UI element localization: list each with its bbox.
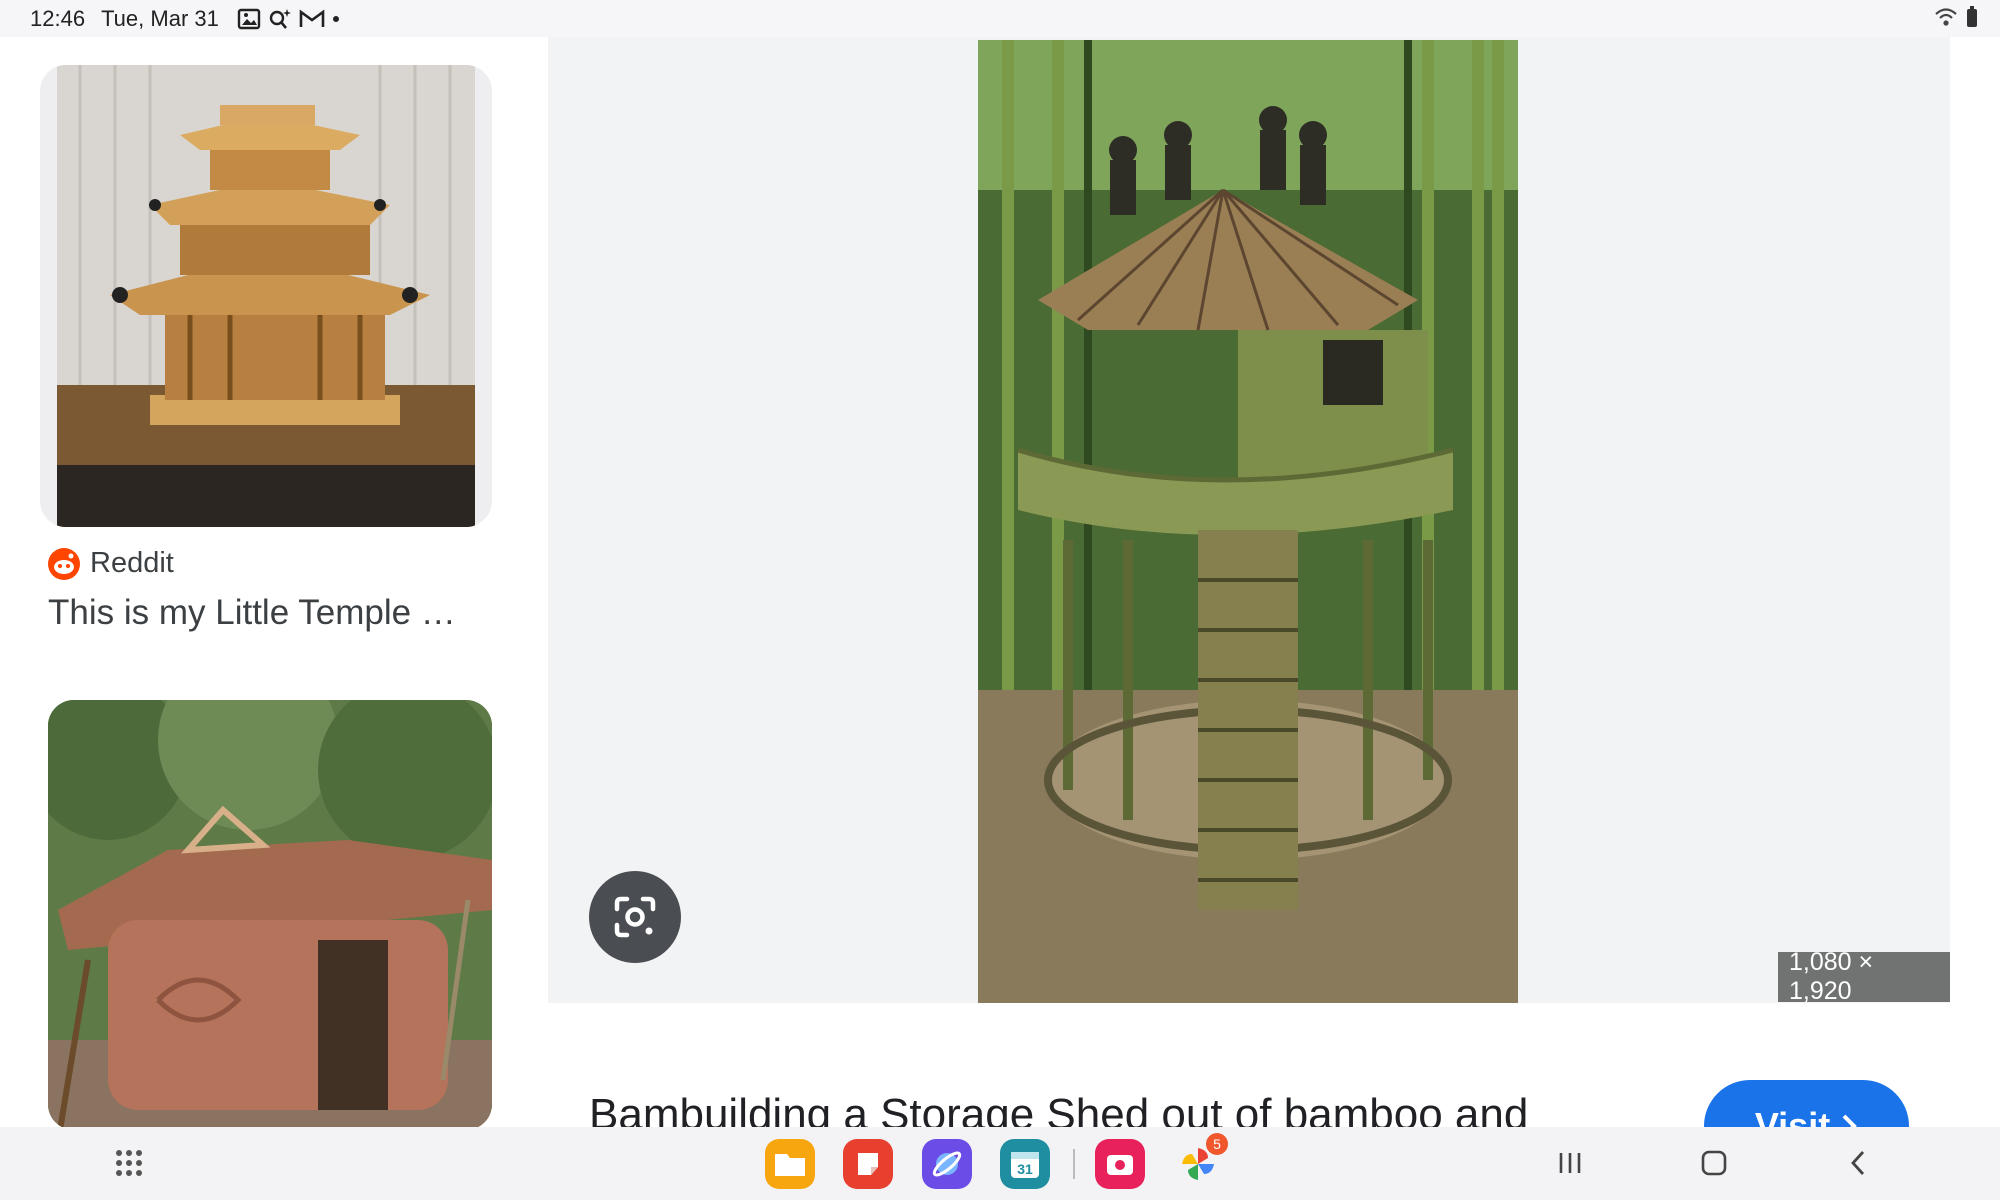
home-icon xyxy=(1701,1150,1727,1176)
gallery-icon xyxy=(237,8,261,29)
wifi-icon xyxy=(1935,8,1957,26)
files-app-icon[interactable] xyxy=(765,1139,815,1189)
app-drawer-button[interactable] xyxy=(107,1141,151,1185)
folder-icon xyxy=(775,1154,805,1176)
google-lens-button[interactable] xyxy=(589,871,681,963)
camera-icon xyxy=(1107,1155,1133,1175)
planet-icon xyxy=(932,1151,962,1177)
screen: 12:46 Tue, Mar 31 Reddit This is my Litt… xyxy=(0,0,2000,1200)
visit-label: Visit xyxy=(1754,1105,1831,1127)
recent-apps-button[interactable] xyxy=(1548,1141,1592,1185)
photos-badge: 5 xyxy=(1206,1133,1228,1155)
miniature-temple-photo xyxy=(57,65,475,527)
status-bar: 12:46 Tue, Mar 31 xyxy=(0,0,2000,37)
preview-title[interactable]: Bambuilding a Storage Shed out of bamboo… xyxy=(589,1087,1589,1127)
recents-icon xyxy=(1559,1153,1581,1173)
mud-hut-photo xyxy=(48,700,492,1127)
screen-recorder-app-icon[interactable] xyxy=(1095,1139,1145,1189)
internet-app-icon[interactable] xyxy=(922,1139,972,1189)
notes-icon xyxy=(858,1153,878,1175)
home-button[interactable] xyxy=(1692,1141,1736,1185)
photos-app-icon[interactable]: 5 xyxy=(1173,1133,1228,1189)
status-date: Tue, Mar 31 xyxy=(101,5,219,31)
search-sparkle-icon xyxy=(269,8,291,29)
results-column: Reddit This is my Little Temple … xyxy=(0,37,540,1127)
taskbar-divider xyxy=(1073,1149,1075,1179)
apps-grid-icon xyxy=(116,1150,142,1176)
taskbar: 31 5 xyxy=(0,1127,2000,1200)
notification-icons xyxy=(237,7,341,31)
gmail-icon xyxy=(299,8,325,27)
calendar-app-icon[interactable]: 31 xyxy=(1000,1139,1050,1189)
calendar-day: 31 xyxy=(1017,1161,1033,1177)
battery-icon xyxy=(1967,6,1977,27)
result-title[interactable]: This is my Little Temple … xyxy=(48,593,456,633)
scroll-edge xyxy=(1950,37,2000,1127)
result-image-temple[interactable] xyxy=(40,65,492,527)
result-source[interactable]: Reddit xyxy=(48,547,174,580)
source-name: Reddit xyxy=(90,547,174,579)
reddit-icon xyxy=(48,547,80,580)
back-button[interactable] xyxy=(1836,1141,1880,1185)
status-time: 12:46 xyxy=(30,5,86,31)
back-chevron-icon xyxy=(1851,1151,1865,1175)
image-dimensions-badge: 1,080 × 1,920 xyxy=(1778,948,1950,1005)
chevron-right-icon xyxy=(1842,1114,1858,1127)
preview-image[interactable] xyxy=(978,40,1518,1003)
image-preview-panel: 1,080 × 1,920 Bambuilding a Storage Shed… xyxy=(548,37,1950,1127)
calendar-icon: 31 xyxy=(1011,1152,1039,1178)
preview-info-bar: Bambuilding a Storage Shed out of bamboo… xyxy=(548,1003,1950,1127)
status-right-icons xyxy=(1934,6,1978,28)
result-image-hut[interactable] xyxy=(48,700,492,1127)
bamboo-treehouse-photo xyxy=(978,40,1518,1003)
visit-button[interactable]: Visit xyxy=(1704,1080,1909,1127)
notes-app-icon[interactable] xyxy=(843,1139,893,1189)
dot-icon xyxy=(332,15,339,22)
google-lens-icon xyxy=(614,896,656,938)
